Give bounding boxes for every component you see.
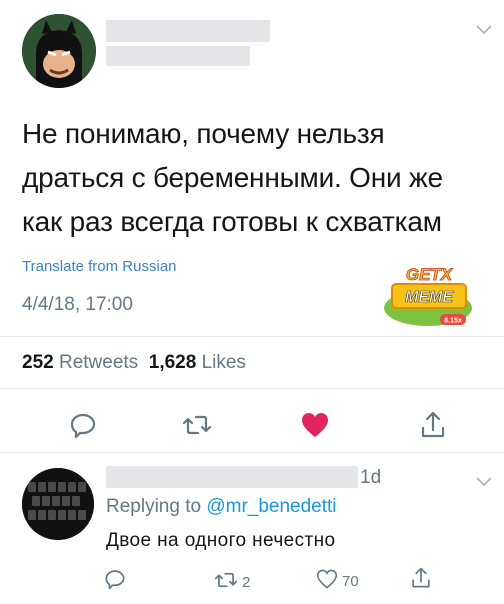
divider <box>0 336 504 337</box>
reply-avatar[interactable] <box>22 468 94 540</box>
author-avatar[interactable] <box>22 14 96 88</box>
reply-icon[interactable] <box>66 408 100 442</box>
replying-prefix: Replying to <box>106 496 202 517</box>
retweets-label[interactable]: Retweets <box>59 352 138 373</box>
tweet-timestamp: 4/4/18, 17:00 <box>22 294 133 315</box>
chevron-down-icon[interactable] <box>476 474 492 492</box>
svg-text:8.15x: 8.15x <box>444 318 462 325</box>
retweet-icon <box>214 569 238 595</box>
reply-retweet-button[interactable]: 2 <box>214 569 250 595</box>
likes-label[interactable]: Likes <box>202 352 246 373</box>
reply-like-button[interactable]: 70 <box>316 569 359 593</box>
reply-time: 1d <box>360 467 382 488</box>
reply-author-redacted <box>106 466 358 488</box>
likes-count[interactable]: 1,628 <box>149 352 197 373</box>
svg-text:GETX: GETX <box>406 265 454 284</box>
tweet-stats: 252 Retweets 1,628 Likes <box>22 352 246 374</box>
heart-outline-icon <box>316 569 338 593</box>
heart-icon[interactable] <box>298 408 332 442</box>
watermark-logo: GETX MEME 8.15x <box>380 264 476 334</box>
author-handle-redacted <box>106 46 250 66</box>
divider <box>0 452 504 453</box>
tweet-text: Не понимаю, почему нельзя драться с бере… <box>22 118 443 237</box>
reply-retweet-count: 2 <box>242 573 251 591</box>
reply-reply-icon[interactable] <box>104 568 126 590</box>
retweet-icon[interactable] <box>180 408 214 442</box>
replying-handle-link[interactable]: @mr_benedetti <box>206 496 336 517</box>
retweets-count[interactable]: 252 <box>22 352 54 373</box>
translate-link[interactable]: Translate from Russian <box>22 258 177 275</box>
reply-like-count: 70 <box>342 572 359 590</box>
reply-text: Двое на одного нечестно <box>106 530 336 551</box>
chevron-down-icon[interactable] <box>476 22 492 40</box>
divider <box>0 388 504 389</box>
replying-to: Replying to @mr_benedetti <box>106 496 337 518</box>
author-name-redacted <box>106 20 270 42</box>
reply-share-icon[interactable] <box>410 566 432 590</box>
share-icon[interactable] <box>416 408 450 442</box>
svg-text:MEME: MEME <box>405 289 454 306</box>
